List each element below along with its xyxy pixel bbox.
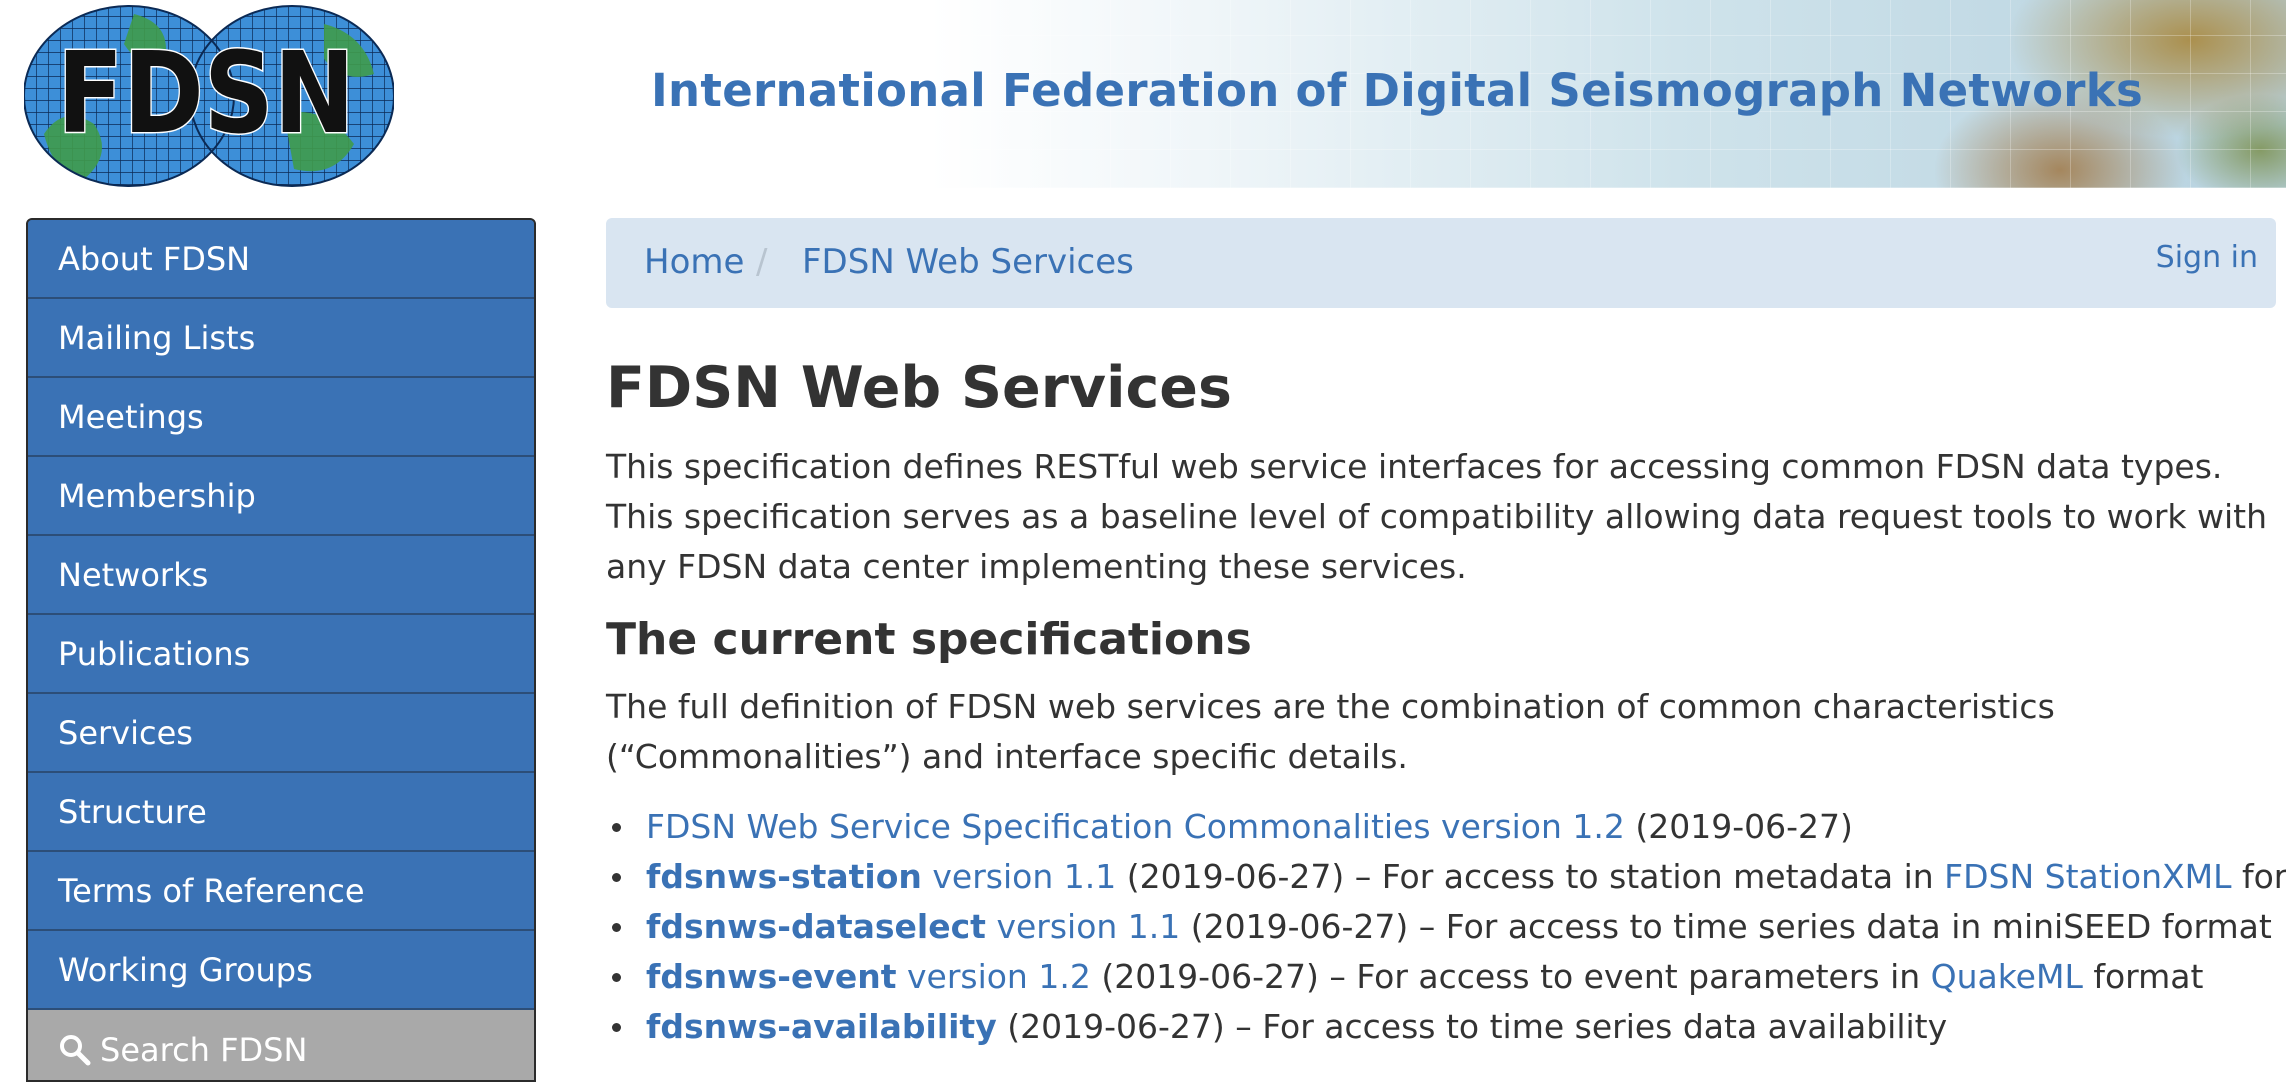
sidebar-item-membership[interactable]: Membership (28, 457, 534, 536)
quakeml-link[interactable]: QuakeML (1931, 957, 2083, 996)
breadcrumb-home-link[interactable]: Home (644, 242, 744, 282)
page-title: FDSN Web Services (606, 355, 1232, 421)
main-content: FDSN Web Services This specification def… (606, 340, 2286, 1052)
station-link[interactable]: fdsnws-station (646, 857, 922, 896)
breadcrumb-separator: / (756, 242, 768, 282)
list-item: fdsnws-dataselect version 1.1 (2019-06-2… (606, 902, 2286, 952)
section-paragraph: The full definition of FDSN web services… (606, 687, 2055, 776)
spec-description: (2019-06-27) – For access to time series… (996, 1007, 1948, 1046)
sidebar-item-meetings[interactable]: Meetings (28, 378, 534, 457)
sidebar-item-services[interactable]: Services (28, 694, 534, 773)
dataselect-link[interactable]: fdsnws-dataselect (646, 907, 986, 946)
spec-suffix: format (2241, 857, 2286, 896)
spec-description: (2019-06-27) – For access to time series… (1180, 907, 2272, 946)
sidebar-item-networks[interactable]: Networks (28, 536, 534, 615)
site-title[interactable]: International Federation of Digital Seis… (651, 64, 2143, 117)
sign-in-link[interactable]: Sign in (2156, 240, 2258, 275)
stationxml-link[interactable]: FDSN StationXML (1944, 857, 2231, 896)
sidebar-item-mailing-lists[interactable]: Mailing Lists (28, 299, 534, 378)
event-link[interactable]: fdsnws-event (646, 957, 896, 996)
logo-text: FDSN (57, 29, 355, 159)
sidebar-item-publications[interactable]: Publications (28, 615, 534, 694)
availability-link[interactable]: fdsnws-availability (646, 1007, 997, 1046)
spec-suffix: format (2082, 957, 2204, 996)
fdsn-logo[interactable]: FDSN (24, 4, 394, 188)
station-version-link[interactable]: version 1.1 (932, 857, 1116, 896)
list-item: fdsnws-availability (2019-06-27) – For a… (606, 1002, 2286, 1052)
sidebar-item-working-groups[interactable]: Working Groups (28, 931, 534, 1010)
section-title: The current specifications (606, 614, 1252, 665)
sidebar-item-terms-of-reference[interactable]: Terms of Reference (28, 852, 534, 931)
intro-paragraph: This specification defines RESTful web s… (606, 447, 2268, 586)
spec-list: FDSN Web Service Specification Commonali… (606, 802, 2286, 1052)
list-item: FDSN Web Service Specification Commonali… (606, 802, 2286, 852)
search-icon (60, 1035, 91, 1066)
breadcrumb-current-link[interactable]: FDSN Web Services (802, 242, 1134, 282)
list-item: fdsnws-station version 1.1 (2019-06-27) … (606, 852, 2286, 902)
breadcrumb: Home / FDSN Web Services Sign in (606, 218, 2276, 308)
sidebar-nav: About FDSN Mailing Lists Meetings Member… (26, 218, 536, 1082)
event-version-link[interactable]: version 1.2 (907, 957, 1091, 996)
commonalities-link[interactable]: FDSN Web Service Specification Commonali… (646, 807, 1625, 846)
spec-description: (2019-06-27) – For access to station met… (1116, 857, 1945, 896)
sidebar-item-about-fdsn[interactable]: About FDSN (28, 220, 534, 299)
spec-description: (2019-06-27) – For access to event param… (1090, 957, 1931, 996)
sidebar-item-structure[interactable]: Structure (28, 773, 534, 852)
dataselect-version-link[interactable]: version 1.1 (996, 907, 1180, 946)
spec-date: (2019-06-27) (1624, 807, 1853, 846)
site-header: FDSN International Federation of Digital… (0, 0, 2286, 188)
sidebar-search-button[interactable]: Search FDSN (28, 1010, 534, 1080)
sidebar-search-label: Search FDSN (100, 1031, 308, 1069)
list-item: fdsnws-event version 1.2 (2019-06-27) – … (606, 952, 2286, 1002)
